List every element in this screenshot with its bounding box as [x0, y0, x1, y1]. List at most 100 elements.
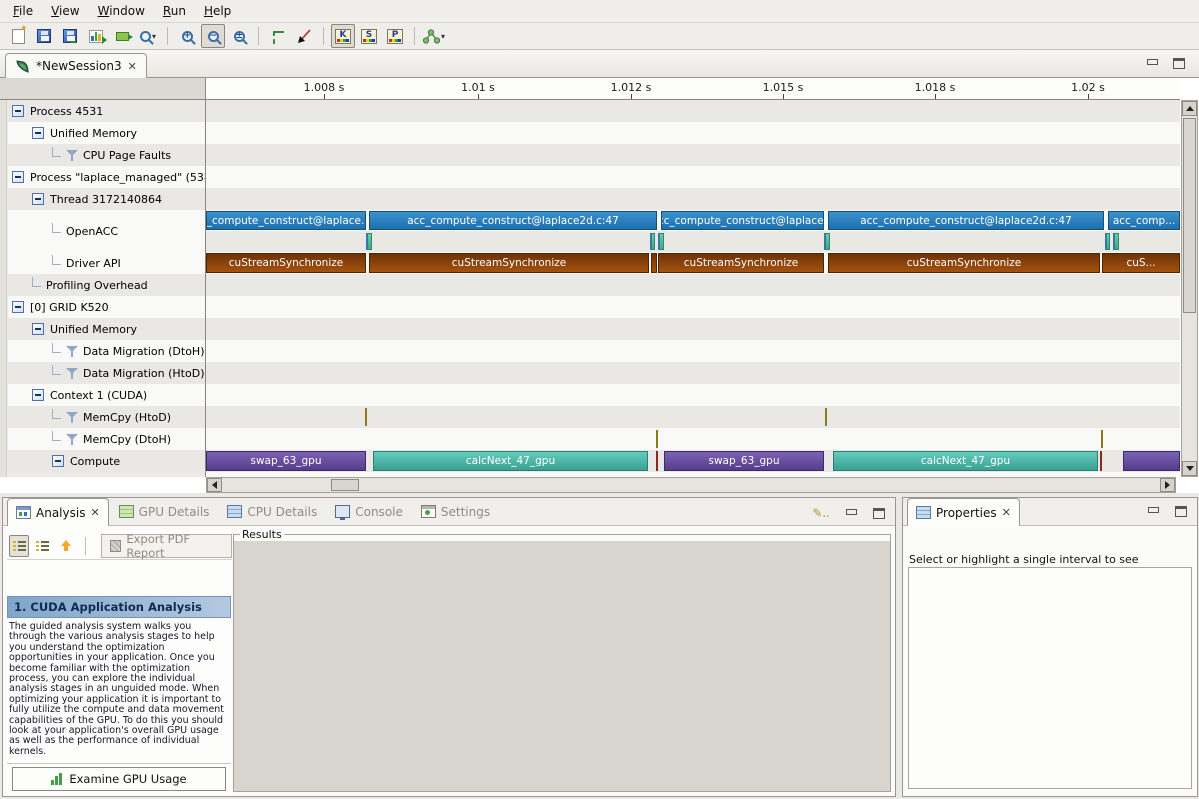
minimize-icon[interactable]: [1146, 58, 1159, 69]
maximize-icon[interactable]: [1173, 58, 1185, 69]
tree-row-process-4531[interactable]: Process 4531: [8, 100, 205, 122]
menu-file[interactable]: File: [4, 1, 42, 21]
compute-interval[interactable]: swap_63_gpu: [206, 451, 366, 471]
export-pdf-report-button[interactable]: Export PDF Report: [101, 534, 232, 558]
save-all-icon[interactable]: [58, 24, 82, 48]
tab-properties[interactable]: Properties: [907, 498, 1020, 526]
save-icon[interactable]: [32, 24, 56, 48]
horizontal-scrollbar[interactable]: [206, 477, 1176, 493]
collapse-minus-icon[interactable]: [12, 301, 24, 313]
new-session-icon[interactable]: [6, 24, 30, 48]
openacc-launch-tick[interactable]: [824, 233, 830, 250]
driver-api-interval[interactable]: cuStreamSynchronize: [828, 253, 1100, 273]
tab-analysis[interactable]: Analysis: [7, 498, 109, 526]
collapse-minus-icon[interactable]: [52, 455, 64, 467]
tab-gpu-details[interactable]: GPU Details: [111, 498, 218, 525]
vertical-scroll-thumb[interactable]: [1183, 118, 1196, 313]
scroll-up-button[interactable]: [1182, 101, 1197, 116]
compute-interval[interactable]: [1100, 451, 1102, 471]
driver-api-interval[interactable]: [651, 253, 657, 273]
compute-interval[interactable]: calcNext_47_gpu: [373, 451, 648, 471]
tree-row-unified-memory[interactable]: Unified Memory: [8, 318, 205, 340]
openacc-launch-tick[interactable]: [658, 233, 664, 250]
tree-row-0-grid-k520[interactable]: [0] GRID K520: [8, 296, 205, 318]
view-menu-icon[interactable]: [812, 506, 830, 520]
collapse-minus-icon[interactable]: [32, 127, 44, 139]
close-icon[interactable]: [1002, 506, 1011, 519]
tree-row-memcpy-dtoh[interactable]: MemCpy (DtoH): [8, 428, 205, 450]
tab-settings[interactable]: Settings: [413, 498, 498, 525]
unguided-analysis-toggle[interactable]: [32, 535, 52, 557]
tab-console[interactable]: Console: [327, 498, 411, 525]
driver-api-interval[interactable]: cuStreamSynchronize: [206, 253, 366, 273]
maximize-icon[interactable]: [1175, 506, 1187, 517]
guided-analysis-toggle[interactable]: [9, 535, 29, 557]
menu-view[interactable]: View: [42, 1, 88, 21]
openacc-interval[interactable]: acc_compute_construct@laplace...: [661, 211, 824, 230]
openacc-launch-tick[interactable]: [1113, 233, 1119, 250]
tree-row-data-migration-htod[interactable]: Data Migration (HtoD): [8, 362, 205, 384]
back-up-button[interactable]: [56, 535, 76, 557]
openacc-launch-tick[interactable]: [650, 233, 655, 250]
session-tab[interactable]: *NewSession3: [5, 53, 147, 78]
close-icon[interactable]: [128, 60, 137, 73]
zoom-fit-icon[interactable]: ±: [227, 24, 251, 48]
run-summary-icon[interactable]: [110, 24, 134, 48]
scroll-right-button[interactable]: [1160, 478, 1175, 492]
memcpy-htod-tick[interactable]: [365, 408, 367, 426]
zoom-out-icon[interactable]: −: [201, 24, 225, 48]
openacc-interval[interactable]: c_compute_construct@laplace...: [206, 211, 366, 230]
menu-window[interactable]: Window: [89, 1, 154, 21]
tree-row-unified-memory[interactable]: Unified Memory: [8, 122, 205, 144]
vertical-scrollbar[interactable]: [1181, 100, 1198, 477]
collapse-minus-icon[interactable]: [32, 389, 44, 401]
tree-row-driver-api[interactable]: Driver API: [8, 252, 205, 274]
scroll-down-button[interactable]: [1182, 461, 1197, 476]
collapse-minus-icon[interactable]: [12, 105, 24, 117]
tree-row-openacc[interactable]: OpenACC: [8, 210, 205, 252]
tree-row-context-1-cuda[interactable]: Context 1 (CUDA): [8, 384, 205, 406]
openacc-launch-tick[interactable]: [366, 233, 372, 250]
examine-gpu-usage-button[interactable]: Examine GPU Usage: [12, 767, 226, 791]
goto-marker-icon[interactable]: [292, 24, 316, 48]
close-icon[interactable]: [90, 506, 99, 519]
tree-row-cpu-page-faults[interactable]: CPU Page Faults: [8, 144, 205, 166]
zoom-menu-icon[interactable]: ▾: [136, 24, 160, 48]
dependency-analysis-icon[interactable]: ▾: [422, 24, 446, 48]
tree-row-profiling-overhead[interactable]: Profiling Overhead: [8, 274, 205, 296]
menu-run[interactable]: Run: [154, 1, 195, 21]
collapse-minus-icon[interactable]: [32, 193, 44, 205]
memcpy-dtoh-tick[interactable]: [656, 430, 658, 448]
kernel-mode-icon[interactable]: K: [331, 24, 355, 48]
menu-help[interactable]: Help: [195, 1, 240, 21]
openacc-launch-tick[interactable]: [1105, 233, 1110, 250]
scroll-left-button[interactable]: [207, 478, 222, 492]
tab-cpu-details[interactable]: CPU Details: [219, 498, 325, 525]
profile-application-icon[interactable]: [84, 24, 108, 48]
memcpy-dtoh-tick[interactable]: [1101, 430, 1103, 448]
maximize-icon[interactable]: [873, 508, 885, 519]
driver-api-interval[interactable]: cuS...: [1102, 253, 1180, 273]
tree-row-thread-3172140864[interactable]: Thread 3172140864: [8, 188, 205, 210]
tree-row-process-laplace-managed-538[interactable]: Process "laplace_managed" (538): [8, 166, 205, 188]
compute-interval[interactable]: [656, 451, 658, 471]
compute-interval[interactable]: swap_63_gpu: [664, 451, 824, 471]
openacc-interval[interactable]: acc_comp...: [1108, 211, 1180, 230]
driver-api-interval[interactable]: cuStreamSynchronize: [369, 253, 649, 273]
tree-row-data-migration-dtoh[interactable]: Data Migration (DtoH): [8, 340, 205, 362]
openacc-interval[interactable]: acc_compute_construct@laplace2d.c:47: [828, 211, 1104, 230]
tree-row-compute[interactable]: Compute: [8, 450, 205, 472]
minimize-icon[interactable]: [845, 508, 858, 519]
minimize-icon[interactable]: [1147, 506, 1160, 517]
tree-row-memcpy-htod[interactable]: MemCpy (HtoD): [8, 406, 205, 428]
collapse-minus-icon[interactable]: [12, 171, 24, 183]
compute-interval[interactable]: calcNext_47_gpu: [833, 451, 1098, 471]
driver-api-interval[interactable]: cuStreamSynchronize: [658, 253, 824, 273]
stream-mode-icon[interactable]: S: [357, 24, 381, 48]
process-mode-icon[interactable]: P: [383, 24, 407, 48]
memcpy-htod-tick[interactable]: [825, 408, 827, 426]
snap-to-interval-icon[interactable]: [266, 24, 290, 48]
compute-interval[interactable]: [1123, 451, 1180, 471]
horizontal-scroll-thumb[interactable]: [331, 479, 359, 491]
collapse-minus-icon[interactable]: [32, 323, 44, 335]
